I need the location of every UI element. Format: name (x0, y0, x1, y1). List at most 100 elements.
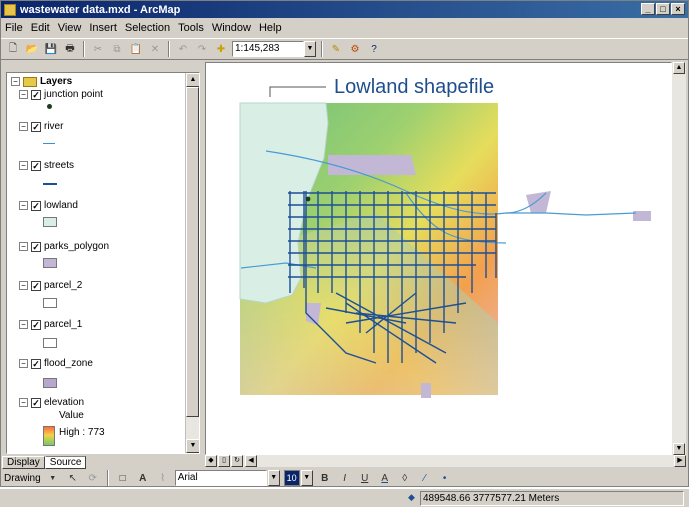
refresh-icon[interactable]: ↻ (231, 455, 243, 467)
collapse-icon[interactable]: − (19, 161, 28, 170)
editor-toolbar-icon[interactable]: ✎ (328, 41, 344, 57)
layer-row-parcel-1[interactable]: − ✓ parcel_1 (19, 319, 82, 330)
add-data-icon[interactable]: ✚ (213, 41, 229, 57)
layer-row-flood-zone[interactable]: − ✓ flood_zone (19, 358, 93, 369)
font-name-input[interactable]: Arial (174, 470, 267, 486)
layer-visibility-checkbox[interactable]: ✓ (31, 397, 41, 408)
underline-icon[interactable]: U (357, 470, 373, 486)
minimize-button[interactable]: _ (641, 3, 655, 15)
layer-visibility-checkbox[interactable]: ✓ (31, 89, 41, 100)
drawing-menu[interactable]: Drawing (4, 473, 41, 484)
layers-root-row[interactable]: − Layers (11, 76, 72, 87)
layer-visibility-checkbox[interactable]: ✓ (31, 358, 41, 369)
map-horizontal-scrollbar[interactable]: ◆ ▯ ↻ ◀ ▶ (205, 455, 686, 467)
layer-visibility-checkbox[interactable]: ✓ (31, 280, 41, 291)
marker-color-icon[interactable]: • (437, 470, 453, 486)
elevation-high-label: High : 773 (59, 427, 105, 438)
layer-visibility-checkbox[interactable]: ✓ (31, 319, 41, 330)
map-display[interactable] (205, 62, 672, 455)
point-symbol-icon (47, 104, 52, 109)
menu-tools[interactable]: Tools (178, 22, 204, 34)
menu-window[interactable]: Window (212, 22, 251, 34)
collapse-icon[interactable]: − (19, 242, 28, 251)
copy-icon[interactable]: ⧉ (109, 41, 125, 57)
collapse-icon[interactable]: − (19, 398, 28, 407)
collapse-icon[interactable]: − (19, 122, 28, 131)
toolbar-separator (321, 41, 323, 57)
scroll-right-arrow[interactable]: ▶ (674, 455, 686, 467)
drawing-dropdown-arrow[interactable]: ▼ (45, 470, 61, 486)
cut-icon[interactable]: ✂ (90, 41, 106, 57)
delete-icon[interactable]: ✕ (147, 41, 163, 57)
collapse-icon[interactable]: − (19, 201, 28, 210)
layer-row-lowland[interactable]: − ✓ lowland (19, 200, 78, 211)
font-color-icon[interactable]: A (377, 470, 393, 486)
collapse-icon[interactable]: − (11, 77, 20, 86)
redo-icon[interactable]: ↷ (194, 41, 210, 57)
scale-dropdown-arrow[interactable]: ▼ (304, 41, 316, 57)
arctoolbox-icon[interactable]: ⚙ (347, 41, 363, 57)
bold-icon[interactable]: B (317, 470, 333, 486)
font-size-input[interactable]: 10 (283, 470, 300, 486)
open-folder-icon[interactable]: 📂 (24, 41, 40, 57)
scroll-thumb[interactable] (186, 87, 199, 417)
junction-point-marker (305, 196, 311, 202)
menu-view[interactable]: View (58, 22, 82, 34)
whats-this-help-icon[interactable]: ? (366, 41, 382, 57)
close-button[interactable]: × (671, 3, 685, 15)
toc-vertical-scrollbar[interactable]: ▲ ▼ (185, 73, 199, 453)
title-bar[interactable]: wastewater data.mxd - ArcMap _ □ × (1, 1, 688, 18)
collapse-icon[interactable]: − (19, 90, 28, 99)
undo-icon[interactable]: ↶ (175, 41, 191, 57)
rotate-icon[interactable]: ⟳ (85, 470, 101, 486)
select-elements-icon[interactable]: ↖ (65, 470, 81, 486)
layer-row-junction-point[interactable]: − ✓ junction point (19, 89, 103, 100)
map-vertical-scrollbar[interactable]: ▲ ▼ (672, 62, 686, 455)
new-text-icon[interactable]: A (135, 470, 151, 486)
status-bar: ◆ 489548.66 3777577.21 Meters (0, 488, 689, 507)
save-icon[interactable]: 💾 (43, 41, 59, 57)
line-color-icon[interactable]: ⁄ (417, 470, 433, 486)
layer-visibility-checkbox[interactable]: ✓ (31, 241, 41, 252)
layer-visibility-checkbox[interactable]: ✓ (31, 160, 41, 171)
scroll-up-arrow[interactable]: ▲ (673, 62, 685, 74)
layer-row-streets[interactable]: − ✓ streets (19, 160, 74, 171)
layer-visibility-checkbox[interactable]: ✓ (31, 200, 41, 211)
new-document-icon[interactable]: 🗋 (5, 41, 21, 57)
map-scale-input[interactable]: 1:145,283 (232, 41, 304, 57)
edit-vertices-icon[interactable]: ⌇ (155, 470, 171, 486)
collapse-icon[interactable]: − (19, 281, 28, 290)
font-size-dropdown-arrow[interactable]: ▼ (300, 470, 313, 486)
data-view-icon[interactable]: ◆ (205, 455, 217, 467)
table-of-contents: − Layers − ✓ junction point − ✓ river − … (2, 62, 202, 455)
rectangle-icon[interactable]: □ (115, 470, 131, 486)
menu-file[interactable]: File (5, 22, 23, 34)
menu-edit[interactable]: Edit (31, 22, 50, 34)
scroll-up-arrow[interactable]: ▲ (186, 73, 199, 87)
fill-color-icon[interactable]: ◊ (397, 470, 413, 486)
print-icon[interactable]: 🖶 (62, 41, 78, 57)
layer-row-parks-polygon[interactable]: − ✓ parks_polygon (19, 241, 109, 252)
font-dropdown-arrow[interactable]: ▼ (267, 470, 280, 486)
scroll-down-arrow[interactable]: ▼ (673, 443, 685, 455)
scroll-left-arrow[interactable]: ◀ (245, 455, 257, 467)
layer-row-parcel-2[interactable]: − ✓ parcel_2 (19, 280, 82, 291)
menu-help[interactable]: Help (259, 22, 282, 34)
italic-icon[interactable]: I (337, 470, 353, 486)
collapse-icon[interactable]: − (19, 359, 28, 368)
layer-row-elevation[interactable]: − ✓ elevation (19, 397, 84, 408)
paste-icon[interactable]: 📋 (128, 41, 144, 57)
menu-insert[interactable]: Insert (89, 22, 117, 34)
collapse-icon[interactable]: − (19, 320, 28, 329)
maximize-button[interactable]: □ (656, 3, 670, 15)
layout-view-icon[interactable]: ▯ (218, 455, 230, 467)
toolbar-separator (168, 41, 170, 57)
menu-selection[interactable]: Selection (125, 22, 170, 34)
map-canvas[interactable] (206, 63, 671, 454)
layer-row-river[interactable]: − ✓ river (19, 121, 63, 132)
line-symbol-icon (43, 183, 57, 185)
scroll-down-arrow[interactable]: ▼ (186, 439, 199, 453)
layer-visibility-checkbox[interactable]: ✓ (31, 121, 41, 132)
drawing-toolbar: Drawing ▼ ↖ ⟳ □ A ⌇ Arial ▼ 10 ▼ B I U A… (0, 468, 689, 488)
coordinate-icon: ◆ (408, 492, 415, 502)
